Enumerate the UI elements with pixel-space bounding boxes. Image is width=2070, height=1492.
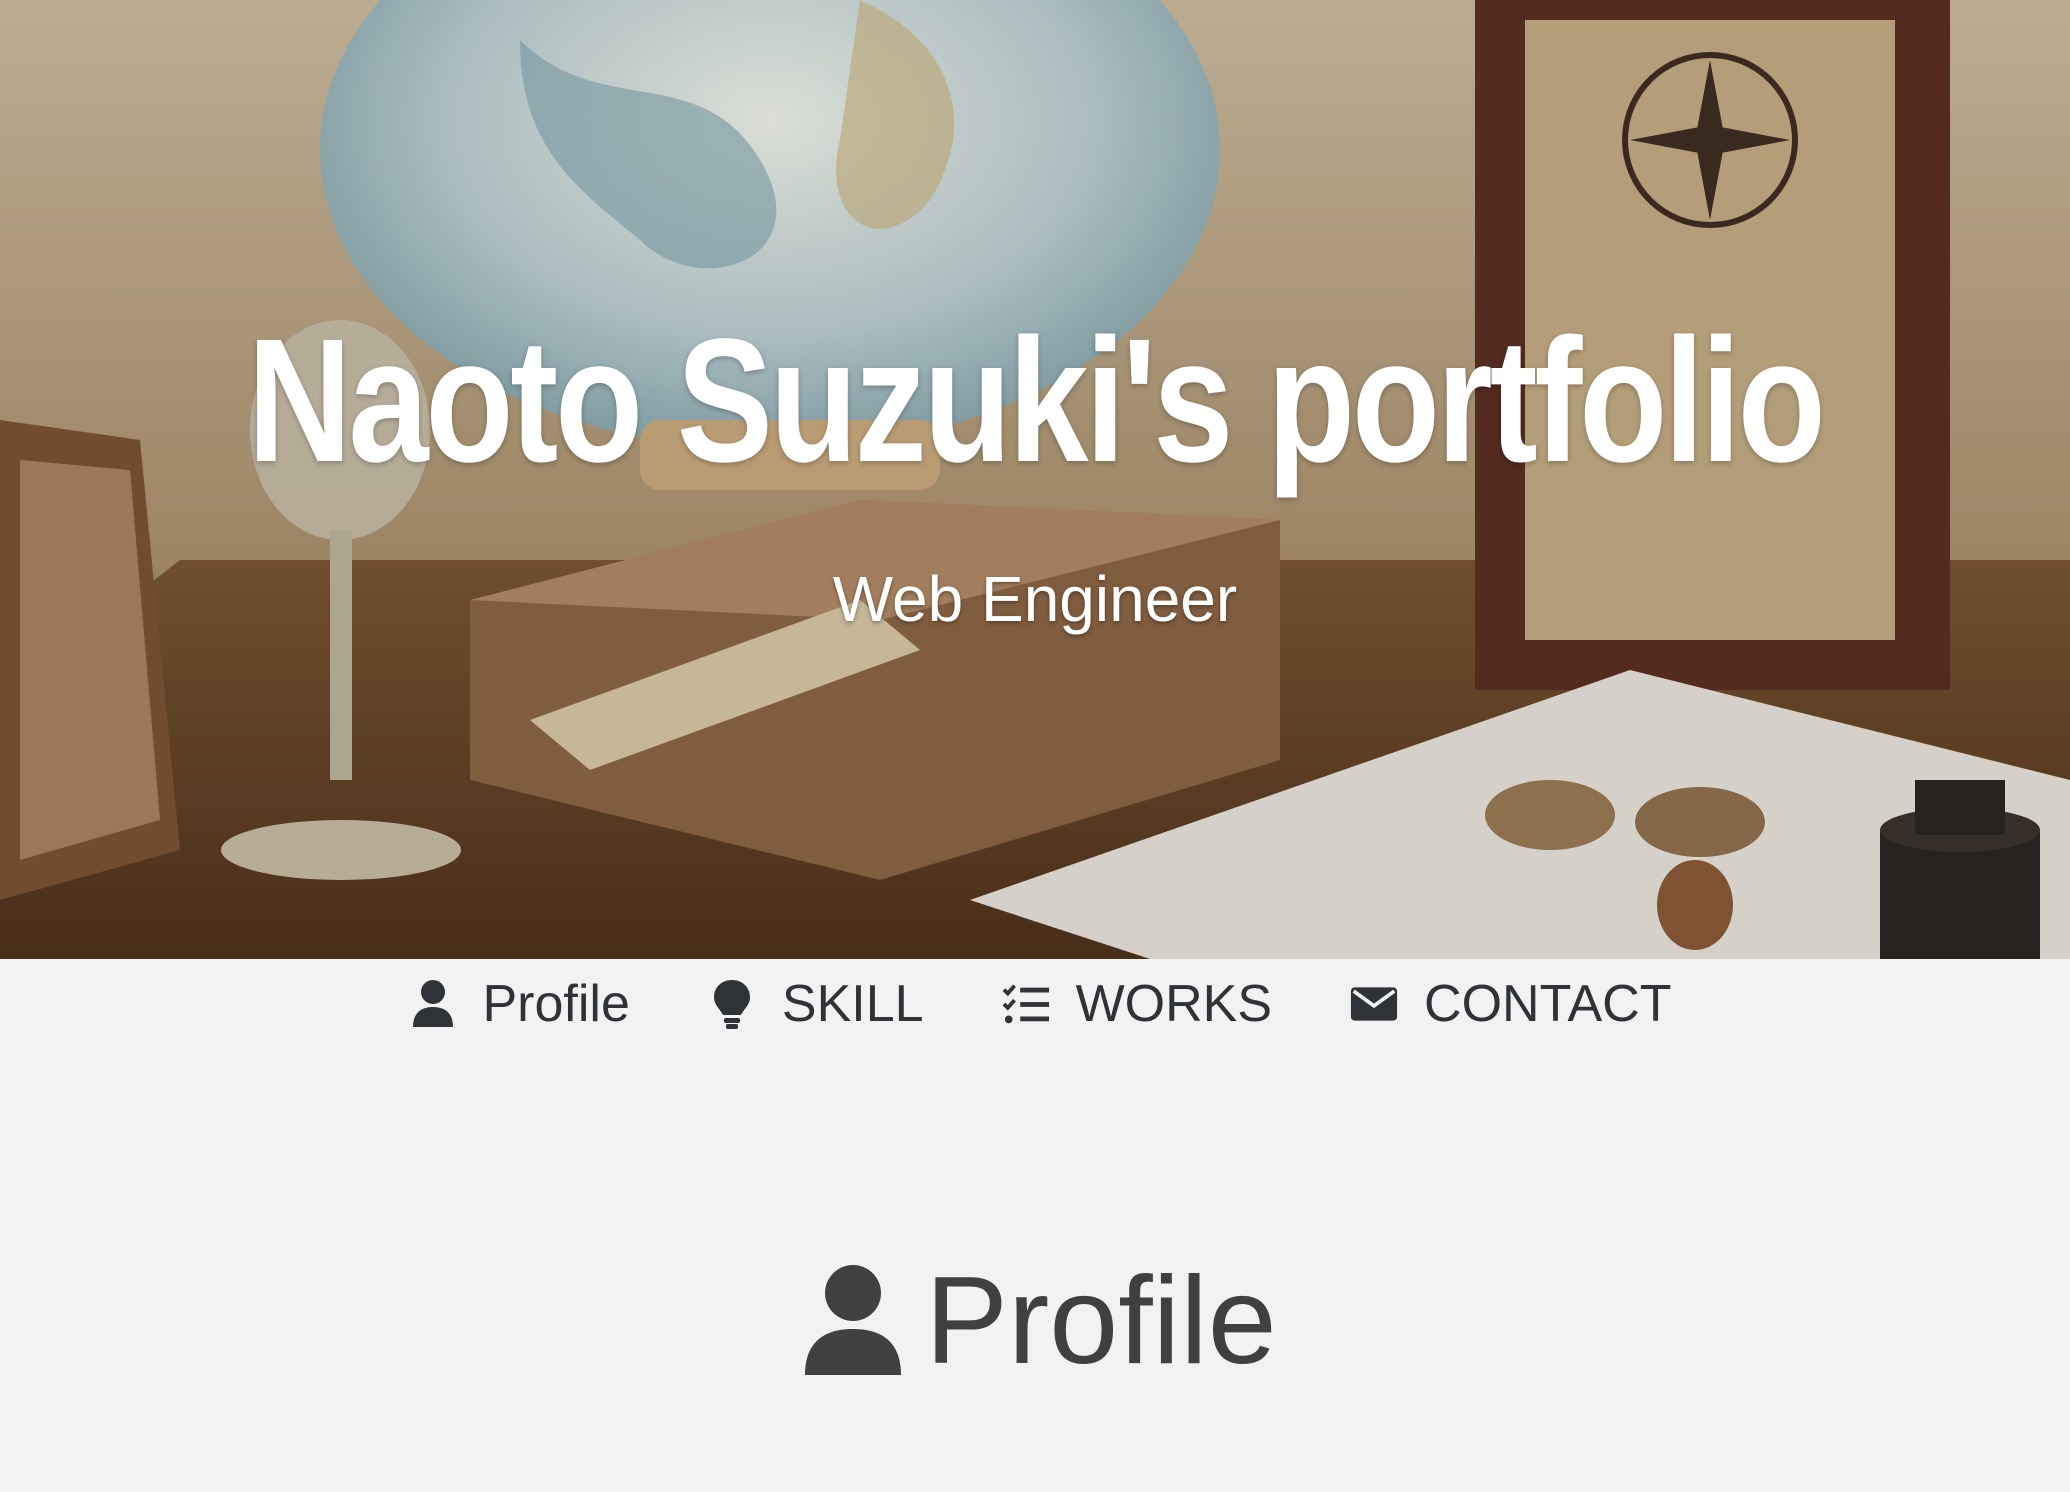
envelope-icon — [1350, 980, 1398, 1028]
nav-item-works[interactable]: WORKS — [1002, 974, 1272, 1034]
nav-item-label: WORKS — [1075, 975, 1273, 1033]
site-subtitle: Web Engineer — [832, 563, 1238, 635]
nav-item-contact[interactable]: CONTACT — [1350, 974, 1671, 1034]
tasks-icon — [1002, 980, 1050, 1028]
main-nav: Profile SKILL WORKS CONTACT — [0, 959, 2070, 1049]
section-title-label: Profile — [925, 1252, 1277, 1390]
nav-item-skill[interactable]: SKILL — [708, 974, 924, 1034]
section-title-profile: Profile — [0, 1250, 2070, 1392]
hero-banner: Naoto Suzuki's portfolio Web Engineer — [0, 0, 2070, 959]
nav-item-profile[interactable]: Profile — [409, 974, 630, 1034]
nav-item-label: Profile — [482, 975, 630, 1033]
user-icon — [803, 1263, 903, 1379]
lightbulb-icon — [708, 980, 756, 1029]
site-title: Naoto Suzuki's portfolio — [247, 303, 1825, 499]
user-icon — [409, 980, 457, 1028]
page: Naoto Suzuki's portfolio Web Engineer Pr… — [0, 0, 2070, 1492]
nav-item-label: CONTACT — [1424, 975, 1672, 1033]
nav-item-label: SKILL — [781, 975, 924, 1033]
